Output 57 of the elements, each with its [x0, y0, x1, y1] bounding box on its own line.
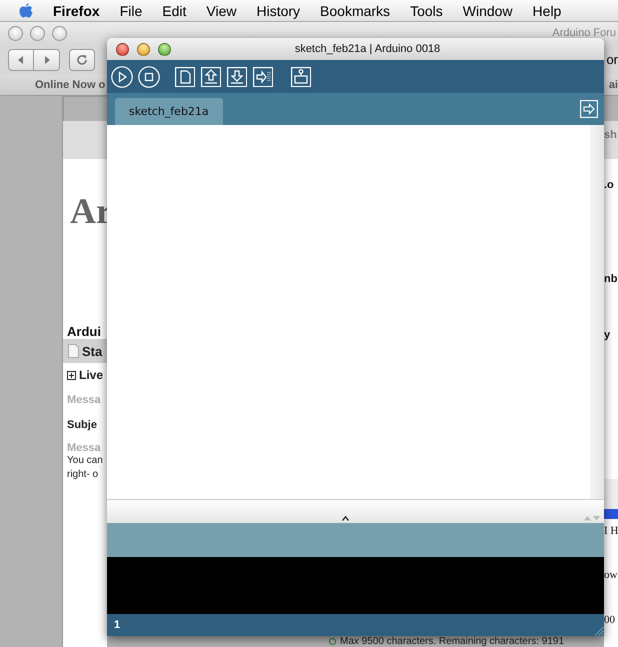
page-text: ow — [604, 569, 618, 581]
reload-icon[interactable] — [76, 54, 88, 66]
right-arrow-icon[interactable] — [580, 100, 598, 118]
text-field[interactable] — [604, 479, 618, 519]
menu-item[interactable]: Edit — [162, 2, 186, 18]
form-label: Messa — [66, 394, 102, 406]
menu-item[interactable]: Tools — [410, 2, 443, 18]
caret-icon[interactable] — [342, 516, 349, 521]
left-triangle-icon[interactable] — [16, 54, 26, 64]
download-arrow-icon[interactable] — [227, 66, 247, 86]
window-title: sketch_feb21a | Arduino 0018 — [294, 43, 442, 55]
page-text: y — [604, 329, 612, 341]
page-text: 00 — [604, 614, 616, 626]
form-label: Messa — [66, 442, 102, 454]
back-button[interactable] — [8, 48, 34, 70]
section-title: Sta — [82, 344, 102, 358]
page-text: .o — [604, 179, 615, 191]
help-text: You can — [66, 454, 104, 468]
play-icon[interactable] — [111, 66, 133, 88]
toolbar-text: or — [606, 52, 618, 67]
forward-button[interactable] — [34, 48, 60, 70]
circle-icon — [329, 638, 336, 645]
editor-tab[interactable]: sketch_feb21a — [115, 98, 223, 125]
plus-icon[interactable] — [67, 370, 76, 380]
menu-item[interactable]: History — [256, 2, 300, 18]
expander-label[interactable]: Live — [79, 368, 104, 382]
bookmark-item[interactable]: Online Now o — [35, 79, 106, 91]
menu-item[interactable]: Help — [532, 2, 562, 18]
new-file-icon[interactable] — [175, 66, 195, 86]
line-number: 1 — [114, 619, 120, 631]
character-count: Max 9500 characters. Remaining characters: 9191 — [340, 636, 564, 647]
window-control-button[interactable] — [116, 42, 129, 56]
form-label: Subje — [66, 419, 98, 431]
serial-monitor-icon[interactable] — [291, 66, 311, 86]
app-menu[interactable]: Firefox — [53, 2, 100, 18]
document-icon — [68, 344, 79, 358]
menu-item[interactable]: Bookmarks — [320, 2, 390, 18]
scrollbar-track[interactable] — [590, 125, 604, 499]
header-text: sh — [604, 129, 617, 141]
page-text: I H — [604, 525, 618, 537]
menu-item[interactable]: Window — [462, 2, 513, 18]
page-header-band — [63, 121, 107, 159]
window-title: Arduino Foru — [552, 27, 616, 39]
bookmark-item[interactable]: ai — [608, 79, 618, 91]
apple-logo-icon[interactable] — [19, 2, 33, 18]
help-text: right- o — [66, 468, 100, 482]
window-control-button[interactable] — [158, 42, 171, 56]
reload-button[interactable] — [69, 48, 95, 70]
stop-icon[interactable] — [138, 66, 160, 88]
menu-item[interactable]: View — [206, 2, 236, 18]
right-arrow-icon[interactable] — [253, 66, 273, 86]
resize-grip-icon[interactable] — [594, 626, 604, 636]
menu-item[interactable]: File — [120, 2, 142, 18]
forum-heading: Ardui — [66, 324, 102, 339]
upload-arrow-icon[interactable] — [201, 66, 221, 86]
page-text: nb — [604, 273, 618, 285]
window-control-button[interactable] — [137, 42, 150, 56]
